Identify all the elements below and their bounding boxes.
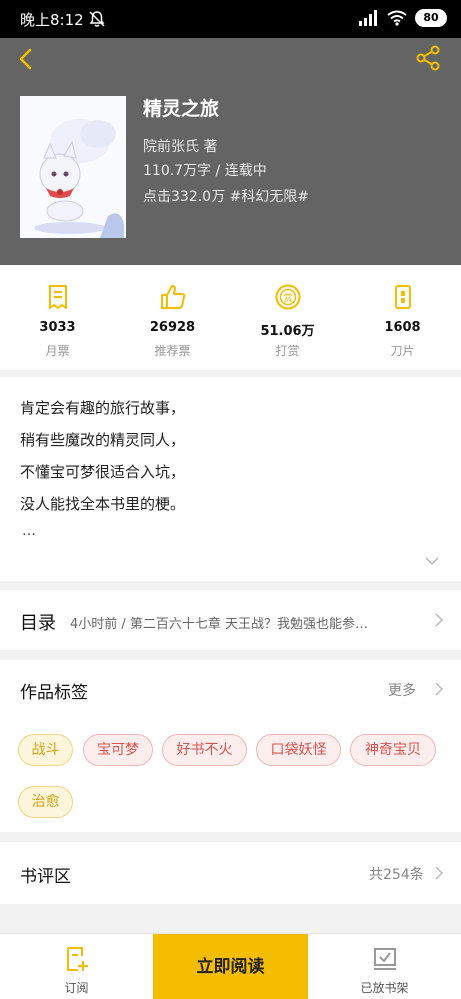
book-cover-image[interactable] [20, 96, 126, 238]
work-tags-section: 作品标签 更多 战斗 宝可梦 好书不火 口袋妖怪 神奇宝贝 治愈 [0, 660, 461, 832]
wifi-icon [387, 10, 407, 26]
bookshelf-label: 已放书架 [360, 981, 409, 995]
read-now-button[interactable]: 立即阅读 [153, 934, 308, 999]
bookshelf-button[interactable]: 已放书架 [308, 934, 461, 999]
stat-label: 刀片 [390, 344, 415, 358]
book-reviews-row[interactable]: 书评区 共254条 [0, 842, 461, 904]
stat-reward[interactable]: 赏 51.06万 打赏 [230, 265, 345, 370]
status-bar: 晚上8:12 80 [0, 0, 461, 38]
book-author[interactable]: 院前张氏 著 [143, 136, 217, 156]
subscribe-label: 订阅 [64, 981, 89, 995]
chevron-down-icon[interactable] [424, 555, 440, 567]
reviews-count: 共254条 [369, 867, 424, 883]
book-header: 晚上8:12 80 精灵之旅 院前张氏 著 110.7万字 / 连载中 点击33… [0, 0, 461, 265]
stat-recommend-ticket[interactable]: 26928 推荐票 [115, 265, 230, 370]
book-title: 精灵之旅 [143, 98, 220, 120]
chevron-right-icon [435, 613, 444, 627]
tags-more-link[interactable]: 更多 [388, 680, 416, 700]
book-description[interactable]: 肯定会有趣的旅行故事， 稍有些魔改的精灵同人， 不懂宝可梦很适合入坑， 没人能找… [0, 377, 461, 581]
description-line: 稍有些魔改的精灵同人， [20, 431, 186, 449]
bottom-action-bar: 订阅 立即阅读 已放书架 [0, 933, 461, 999]
description-ellipsis: … [22, 523, 36, 539]
tag-chip[interactable]: 战斗 [18, 734, 73, 766]
chevron-right-icon[interactable] [434, 682, 444, 696]
stat-label: 推荐票 [154, 344, 191, 358]
back-arrow-icon[interactable] [14, 46, 40, 72]
bookshelf-check-icon [374, 948, 396, 970]
bell-muted-icon [89, 11, 105, 27]
stat-label: 打赏 [275, 344, 300, 358]
stat-value: 26928 [149, 320, 196, 335]
monthly-ticket-icon [49, 285, 67, 309]
svg-text:赏: 赏 [283, 292, 292, 304]
tag-chip[interactable]: 好书不火 [162, 734, 247, 766]
blade-icon [395, 285, 411, 309]
catalog-title: 目录 [20, 613, 56, 634]
stats-row: 3033 月票 26928 推荐票 赏 51.06万 打赏 1608 刀片 [0, 265, 461, 370]
stat-value: 51.06万 [260, 324, 315, 339]
tag-chip[interactable]: 治愈 [18, 786, 73, 818]
stat-blade[interactable]: 1608 刀片 [345, 265, 460, 370]
reward-coin-icon: 赏 [275, 284, 301, 310]
status-icons: 80 [357, 9, 447, 27]
description-line: 肯定会有趣的旅行故事， [20, 399, 186, 417]
subscribe-button[interactable]: 订阅 [0, 934, 153, 999]
stat-label: 月票 [45, 344, 70, 358]
book-word-count-status: 110.7万字 / 连载中 [143, 163, 267, 179]
tags-title: 作品标签 [20, 683, 88, 703]
stat-value: 3033 [39, 320, 76, 335]
reviews-title: 书评区 [20, 867, 71, 887]
catalog-row[interactable]: 目录 4小时前 / 第二百六十七章 天王战？我勉强也能参… [0, 590, 461, 650]
subscribe-icon [67, 947, 88, 971]
tag-chip[interactable]: 口袋妖怪 [256, 734, 341, 766]
status-time: 晚上8:12 [20, 11, 84, 29]
battery-indicator: 80 [415, 9, 447, 27]
latest-chapter: 4小时前 / 第二百六十七章 天王战？我勉强也能参… [70, 617, 369, 632]
share-icon[interactable] [414, 44, 442, 72]
tag-chip[interactable]: 神奇宝贝 [350, 734, 436, 766]
thumbs-up-icon [161, 285, 186, 309]
signal-icon [359, 10, 377, 26]
stat-value: 1608 [384, 320, 421, 335]
tag-chip[interactable]: 宝可梦 [83, 734, 153, 766]
cover-illustration [20, 96, 126, 238]
stat-monthly-ticket[interactable]: 3033 月票 [0, 265, 115, 370]
chevron-right-icon [435, 866, 444, 880]
book-clicks-category: 点击332.0万 #科幻无限# [143, 189, 309, 205]
description-line: 没人能找全本书里的梗。 [20, 495, 186, 513]
description-line: 不懂宝可梦很适合入坑， [20, 463, 186, 481]
